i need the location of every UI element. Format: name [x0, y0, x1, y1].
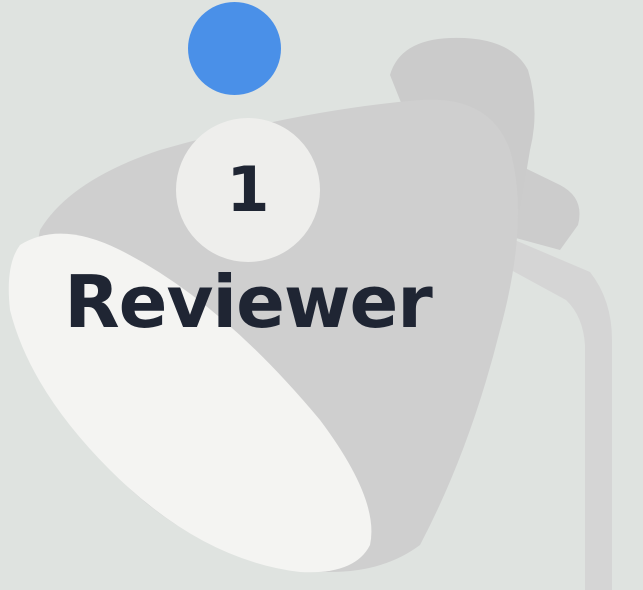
- reviewer-card: 1 Reviewer: [0, 0, 643, 590]
- status-dot: [188, 2, 281, 95]
- reviewer-count-badge: 1: [176, 118, 320, 262]
- reviewer-label: Reviewer: [64, 260, 433, 344]
- reviewer-count: 1: [226, 153, 270, 226]
